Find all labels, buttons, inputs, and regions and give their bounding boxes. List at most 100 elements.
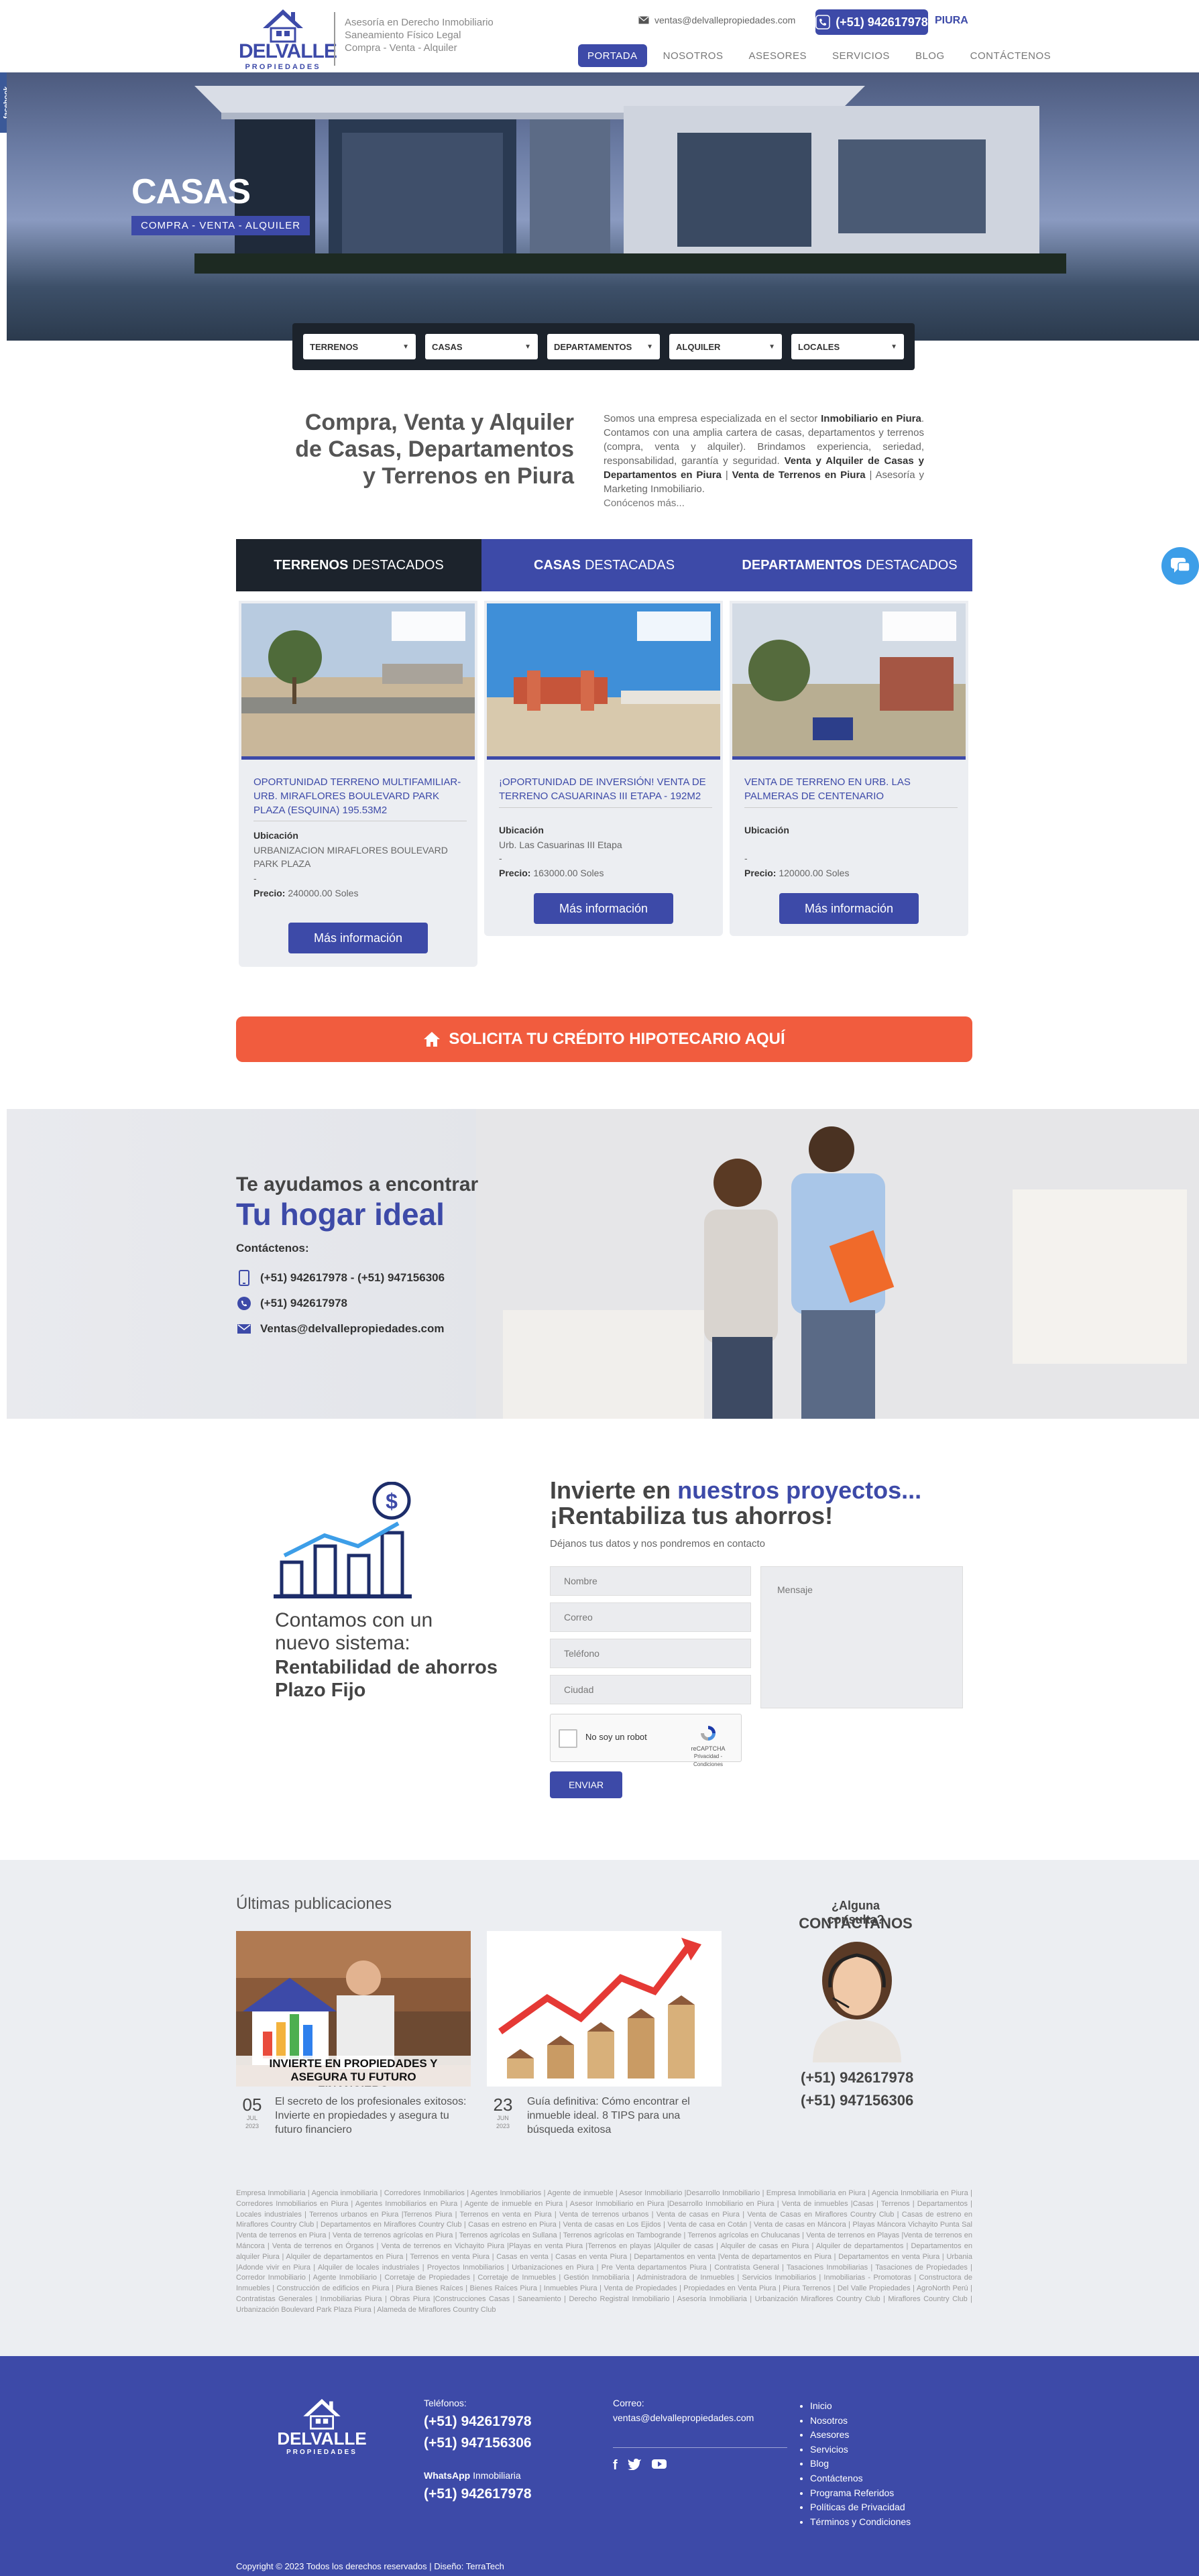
property-photo[interactable] [241,603,475,756]
chat-widget-button[interactable] [1161,547,1199,585]
publication-title[interactable]: El secreto de los profesionales exitosos… [275,2095,469,2137]
logo-divider [334,12,335,66]
price-value: 163000.00 Soles [533,868,604,878]
invest-system-bold: Rentabilidad de ahorros [275,1657,498,1678]
publications-section: Últimas publicaciones INVIERTE EN PROPIE… [0,1860,1199,2356]
message-field[interactable]: Mensaje [760,1566,963,1708]
tab-departamentos[interactable]: DEPARTAMENTOS DESTACADOS [727,539,972,591]
footer-link[interactable]: Términos y Condiciones [810,2515,911,2530]
footer-link[interactable]: Servicios [810,2443,911,2457]
footer-whatsapp-rest: Inmobiliaria [470,2470,521,2481]
header-phone-button[interactable]: (+51) 942617978 [815,9,928,35]
invest-subtitle: Déjanos tus datos y nos pondremos en con… [550,1538,766,1549]
contact-phones[interactable]: (+51) 942617978 - (+51) 947156306 [236,1270,445,1286]
invest-system-name: Rentabilidad de ahorros Plazo Fijo [275,1656,498,1702]
social-links: f [613,2458,667,2474]
header-email[interactable]: ventas@delvallepropiedades.com [638,15,795,25]
footer-link[interactable]: Blog [810,2457,911,2471]
footer-phone[interactable]: (+51) 947156306 [424,2435,532,2451]
filter-alquiler[interactable]: ALQUILER ▼ [669,334,782,359]
footer-link[interactable]: Contáctenos [810,2471,911,2486]
filter-locales[interactable]: LOCALES ▼ [791,334,904,359]
contact-whatsapp-text: (+51) 942617978 [260,1297,347,1309]
more-info-button[interactable]: Más información [779,893,919,924]
phone-icon [815,15,830,30]
facebook-icon[interactable]: f [613,2458,618,2474]
consult-phone[interactable]: (+51) 942617978 [801,2069,913,2087]
property-title[interactable]: OPORTUNIDAD TERRENO MULTIFAMILIAR- URB. … [253,775,467,817]
footer-whatsapp[interactable]: (+51) 942617978 [424,2486,532,2502]
nav-servicios[interactable]: SERVICIOS [823,44,899,67]
contact-email[interactable]: Ventas@delvallepropiedades.com [236,1321,445,1337]
whatsapp-icon [236,1295,252,1311]
footer-link[interactable]: Políticas de Privacidad [810,2500,911,2515]
email-field[interactable]: Correo [550,1602,751,1632]
hero-title: CASAS [131,172,251,211]
send-button[interactable]: ENVIAR [550,1771,622,1798]
price-row: Precio: 163000.00 Soles [499,866,712,880]
youtube-icon[interactable] [651,2458,667,2474]
nav-blog[interactable]: BLOG [906,44,954,67]
publications-title: Últimas publicaciones [236,1895,392,1913]
property-card: OPORTUNIDAD TERRENO MULTIFAMILIAR- URB. … [239,601,477,967]
filter-label: ALQUILER [676,341,721,352]
publication-day: 05 [242,2095,262,2115]
site-logo[interactable]: DELVALLE PROPIEDADES [236,8,337,71]
property-title[interactable]: VENTA DE TERRENO EN URB. LAS PALMERAS DE… [744,775,958,803]
publication-title[interactable]: Guía definitiva: Cómo encontrar el inmue… [527,2095,722,2137]
publication-photo [487,1931,722,2087]
help-heading: Te ayudamos a encontrar [236,1173,479,1195]
location-value: Urb. Las Casuarinas III Etapa [499,839,622,850]
chevron-down-icon: ▼ [524,343,531,351]
property-photo[interactable] [732,603,966,756]
footer-link[interactable]: Asesores [810,2428,911,2443]
property-title[interactable]: ¡OPORTUNIDAD DE INVERSIÓN! VENTA DE TERR… [499,775,712,803]
price-label: Precio: [253,888,286,898]
publication-image[interactable]: INVIERTE EN PROPIEDADES Y ASEGURA TU FUT… [236,1931,471,2087]
contact-email-text: Ventas@delvallepropiedades.com [260,1322,445,1335]
recaptcha-terms[interactable]: Privacidad - Condiciones [679,1753,737,1769]
property-photo[interactable] [487,603,720,756]
name-field[interactable]: Nombre [550,1566,751,1596]
property-photo-image [487,603,720,756]
footer-phone[interactable]: (+51) 942617978 [424,2414,532,2430]
footer-email[interactable]: ventas@delvallepropiedades.com [613,2412,754,2423]
divider [499,807,712,808]
city-field[interactable]: Ciudad [550,1675,751,1704]
footer-link[interactable]: Inicio [810,2399,911,2414]
footer-link[interactable]: Nosotros [810,2414,911,2428]
twitter-icon[interactable] [627,2458,642,2474]
about-us-link[interactable]: Conócenos más... [604,497,685,509]
consult-phone[interactable]: (+51) 947156306 [801,2092,913,2109]
filter-terrenos[interactable]: TERRENOS ▼ [303,334,416,359]
savings-chart-icon: $ [274,1482,412,1598]
chevron-down-icon: ▼ [768,343,775,351]
more-info-button[interactable]: Más información [288,923,428,953]
contact-whatsapp[interactable]: (+51) 942617978 [236,1295,347,1311]
support-agent-photo [793,1934,921,2062]
divider [744,807,958,808]
main-nav: PORTADA NOSOTROS ASESORES SERVICIOS BLOG… [578,44,1060,67]
phone-field[interactable]: Teléfono [550,1639,751,1668]
price-label: Precio: [744,868,777,878]
filter-casas[interactable]: CASAS ▼ [425,334,538,359]
tagline-line: Saneamiento Físico Legal [345,30,461,41]
price-row: Precio: 120000.00 Soles [744,866,958,880]
recaptcha-checkbox[interactable] [559,1729,577,1748]
mortgage-credit-button[interactable]: SOLICITA TU CRÉDITO HIPOTECARIO AQUÍ [236,1016,972,1062]
nav-contactenos[interactable]: CONTÁCTENOS [961,44,1061,67]
filter-departamentos[interactable]: DEPARTAMENTOS ▼ [547,334,660,359]
recaptcha-icon [701,1726,716,1741]
footer-logo-subtitle: PROPIEDADES [286,2449,357,2456]
more-info-button[interactable]: Más información [534,893,673,924]
tab-casas[interactable]: CASAS DESTACADAS [481,539,727,591]
recaptcha-widget: No soy un robot reCAPTCHA Privacidad - C… [550,1714,742,1767]
nav-asesores[interactable]: ASESORES [739,44,816,67]
publication-image[interactable] [487,1931,722,2087]
tab-terrenos[interactable]: TERRENOS DESTACADOS [236,539,481,591]
header-phone-text: (+51) 942617978 [836,15,928,29]
nav-nosotros[interactable]: NOSOTROS [654,44,733,67]
footer-link[interactable]: Programa Referidos [810,2486,911,2501]
tab-label: DESTACADAS [584,557,675,573]
nav-portada[interactable]: PORTADA [578,44,647,67]
